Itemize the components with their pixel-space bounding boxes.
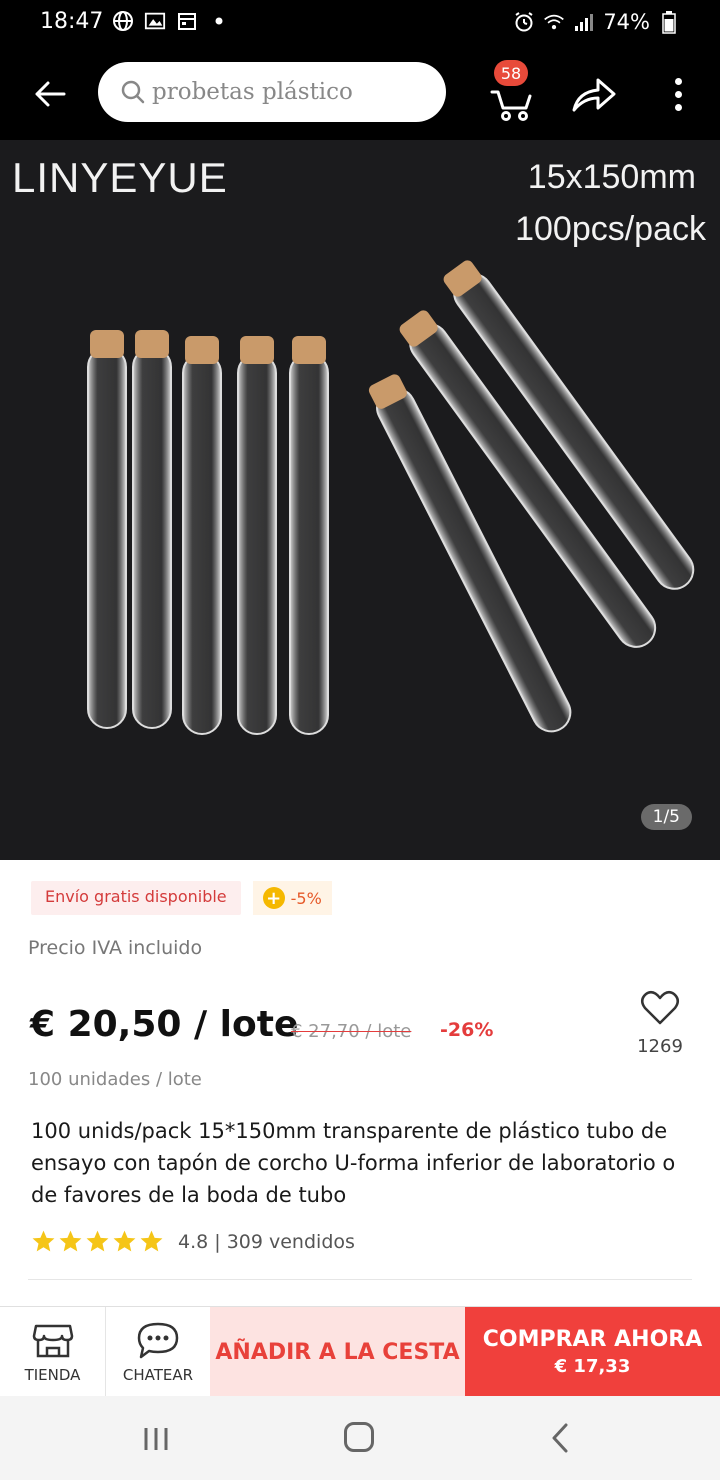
signal-icon xyxy=(573,11,595,33)
coin-discount-tag: + -5% xyxy=(252,881,332,915)
cart-button[interactable]: 58 xyxy=(486,58,542,122)
store-button[interactable]: TIENDA xyxy=(0,1307,106,1397)
units-per-lot: 100 unidades / lote xyxy=(28,1069,202,1090)
status-time: 18:47 xyxy=(40,9,104,34)
wifi-icon xyxy=(543,11,565,33)
recent-apps-button[interactable] xyxy=(140,1424,172,1458)
buy-now-button[interactable]: COMPRAR AHORA € 17,33 xyxy=(465,1307,720,1397)
more-dot-icon xyxy=(674,90,682,98)
bottom-action-bar: TIENDA CHATEAR AÑADIR A LA CESTA COMPRAR… xyxy=(0,1306,720,1397)
buy-now-price: € 17,33 xyxy=(554,1356,631,1377)
section-divider xyxy=(28,1279,692,1280)
search-icon xyxy=(121,80,145,104)
search-header: 58 xyxy=(0,46,720,140)
status-left-icons xyxy=(112,10,230,32)
vertical-tubes xyxy=(87,330,329,735)
alarm-icon xyxy=(513,11,535,33)
share-button[interactable] xyxy=(570,70,618,118)
gallery-icon xyxy=(144,10,166,32)
buy-now-label: COMPRAR AHORA xyxy=(482,1327,703,1352)
original-price: € 27,70 / lote xyxy=(291,1021,412,1042)
rating-and-sales: 4.8 | 309 vendidos xyxy=(178,1230,355,1253)
notification-dot-icon xyxy=(208,10,230,32)
rating-stars xyxy=(31,1229,164,1254)
image-page-indicator: 1/5 xyxy=(640,804,692,830)
system-navigation-bar xyxy=(0,1396,720,1480)
current-price: € 20,50 / lote xyxy=(30,1004,299,1045)
battery-icon xyxy=(658,11,680,34)
search-bar[interactable] xyxy=(98,62,446,122)
star-icon xyxy=(113,1230,136,1252)
more-options-button[interactable] xyxy=(660,70,696,118)
arrow-left-icon xyxy=(35,81,66,107)
coin-discount-value: -5% xyxy=(290,888,322,908)
status-right-icons: 74% xyxy=(513,10,680,34)
heart-icon xyxy=(641,990,679,1025)
star-icon xyxy=(59,1230,82,1252)
cart-badge: 58 xyxy=(494,60,528,86)
more-dot-icon xyxy=(674,77,682,85)
image-spec-pack: 100pcs/pack xyxy=(515,210,706,248)
chat-label: CHATEAR xyxy=(122,1366,194,1384)
image-spec-size: 15x150mm xyxy=(527,158,696,196)
image-brand-text: LINYEYUE xyxy=(12,154,228,201)
calendar-icon xyxy=(176,10,198,32)
chevron-left-icon xyxy=(552,1423,568,1453)
home-button[interactable] xyxy=(344,1422,374,1452)
battery-percent: 74% xyxy=(603,10,650,34)
diagonal-tubes xyxy=(368,260,695,733)
product-title: 100 unids/pack 15*150mm transparente de … xyxy=(31,1119,676,1207)
recent-apps-icon xyxy=(144,1428,168,1450)
discount-percent: -26% xyxy=(440,1019,494,1041)
star-icon xyxy=(32,1230,55,1252)
star-icon xyxy=(140,1230,163,1252)
chat-bubble-icon xyxy=(137,1322,179,1359)
add-to-cart-button[interactable]: AÑADIR A LA CESTA xyxy=(210,1307,465,1397)
store-label: TIENDA xyxy=(24,1366,81,1384)
product-image-carousel[interactable]: LINYEYUE 15x150mm 100pcs/pack 1/5 xyxy=(0,140,720,860)
system-back-button[interactable] xyxy=(548,1422,572,1458)
wishlist-button[interactable]: 1269 xyxy=(630,990,690,1057)
globe-icon xyxy=(112,10,134,32)
coin-plus-icon: + xyxy=(262,887,285,909)
rating-row[interactable]: 4.8 | 309 vendidos xyxy=(31,1229,355,1254)
vat-note: Precio IVA incluido xyxy=(28,937,203,959)
search-input[interactable] xyxy=(152,79,432,105)
store-icon xyxy=(32,1324,73,1358)
free-shipping-tag: Envío gratis disponible xyxy=(31,881,241,915)
promo-tags: Envío gratis disponible + -5% xyxy=(31,881,332,915)
star-icon xyxy=(86,1230,109,1252)
share-icon xyxy=(572,78,616,112)
back-button[interactable] xyxy=(26,70,74,118)
more-dot-icon xyxy=(674,103,682,111)
status-bar: 18:47 74% xyxy=(0,0,720,46)
chat-button[interactable]: CHATEAR xyxy=(106,1307,210,1397)
wishlist-count: 1269 xyxy=(637,1036,683,1057)
